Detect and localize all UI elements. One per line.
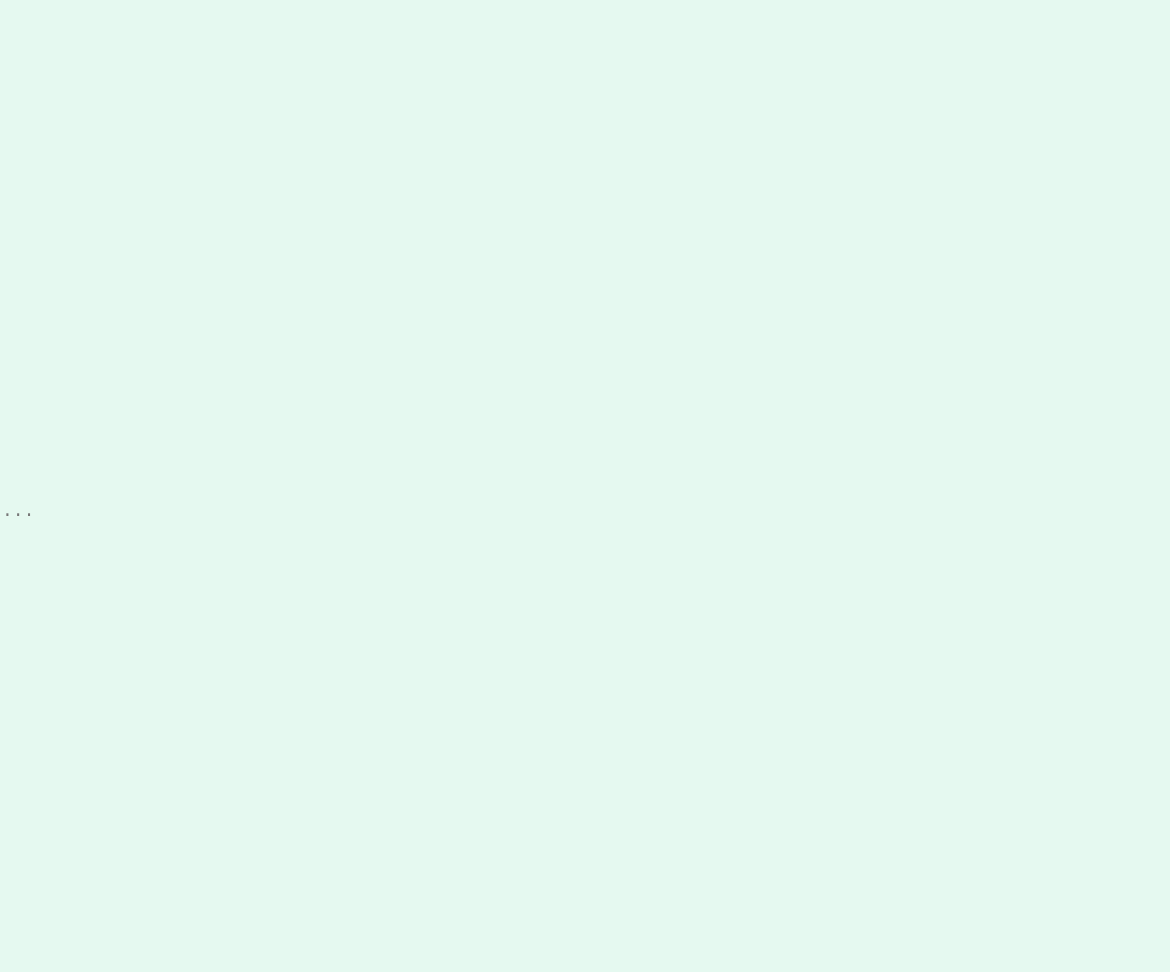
truncated-indicator: ···	[0, 505, 1170, 528]
terminal: ···	[0, 0, 1170, 565]
